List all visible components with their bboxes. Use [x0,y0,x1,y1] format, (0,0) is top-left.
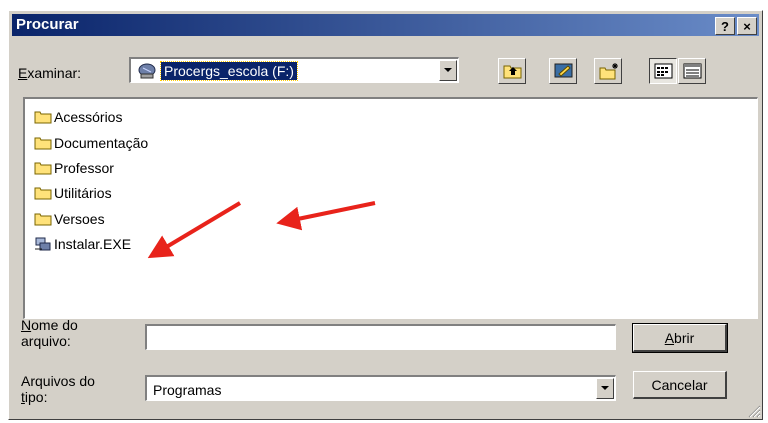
filetype-dropdown-arrow[interactable] [596,378,614,399]
details-view-icon [683,63,702,79]
file-name: Versoes [54,211,105,227]
list-item[interactable]: Acessórios [34,107,122,127]
folder-icon [34,162,52,175]
filetype-value: Programas [153,382,222,398]
title-bar[interactable]: Procurar ? × [12,14,759,36]
list-item[interactable]: Documentação [34,133,148,153]
list-item[interactable]: Professor [34,158,114,178]
folder-icon [34,111,52,124]
look-in-dropdown-arrow[interactable] [439,60,457,81]
desktop-icon [554,63,573,78]
folder-icon [34,213,52,226]
look-in-combobox[interactable]: Procergs_escola (F:) [129,57,459,83]
details-view-button[interactable] [678,58,706,84]
network-drive-icon [138,63,156,79]
file-name: Utilitários [54,185,112,201]
look-in-value: Procergs_escola (F:) [160,61,298,81]
filename-label: Nome do arquivo: [21,317,78,349]
look-in-label: Examinar: [18,65,82,81]
list-item[interactable]: Versoes [34,209,105,229]
new-folder-icon [599,63,618,80]
up-one-level-icon [503,65,522,79]
folder-icon [34,187,52,200]
size-grip-icon[interactable] [747,404,761,418]
help-button[interactable]: ? [715,17,735,35]
open-dialog: Procurar ? × Examinar: Procergs_escola (… [8,10,763,420]
file-list[interactable]: Acessórios Documentação Professor Utilit… [23,97,758,319]
cancel-button[interactable]: Cancelar [633,371,727,399]
close-button[interactable]: × [737,17,757,35]
filetype-select[interactable]: Programas [145,375,616,401]
file-name: Acessórios [54,109,123,125]
list-item[interactable]: Utilitários [34,183,112,203]
file-name: Professor [54,160,114,176]
open-button[interactable]: Abrir [632,323,728,353]
window-title: Procurar [16,16,79,33]
filename-input[interactable] [145,324,616,350]
up-one-level-button[interactable] [498,58,526,84]
list-view-button[interactable] [649,58,677,84]
folder-icon [34,137,52,150]
list-item[interactable]: Instalar.EXE [34,234,131,254]
setup-exe-icon [35,237,51,251]
filetype-label: Arquivos do tipo: [21,373,95,405]
new-folder-button[interactable] [594,58,622,84]
list-view-icon [654,63,673,79]
file-name: Instalar.EXE [54,236,132,252]
desktop-button[interactable] [549,58,577,84]
file-name: Documentação [54,135,149,151]
